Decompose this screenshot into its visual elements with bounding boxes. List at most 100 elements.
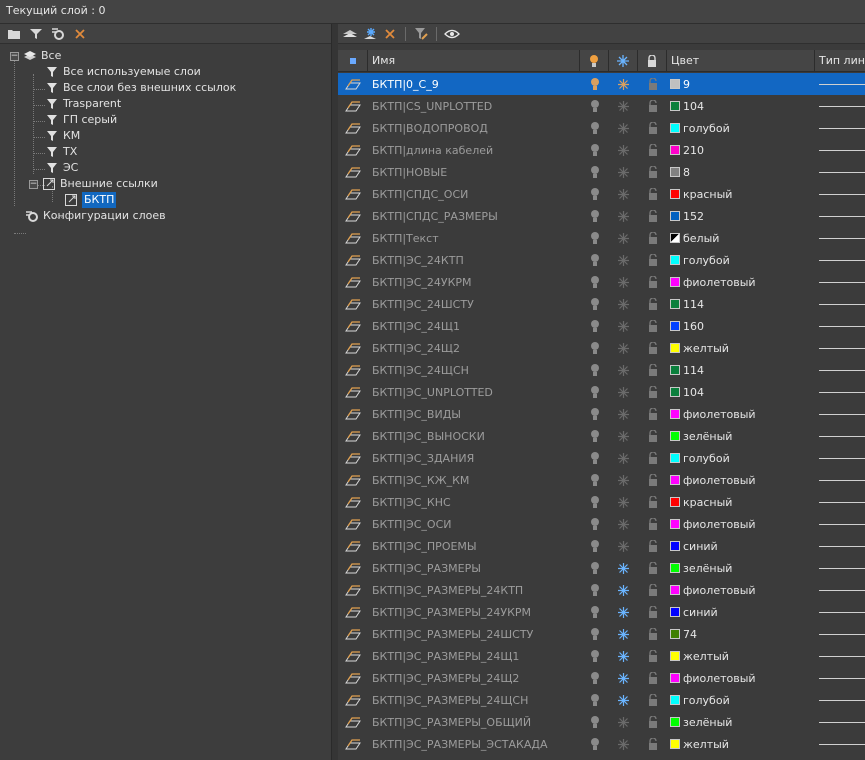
- lightbulb-icon[interactable]: [580, 671, 609, 685]
- lock-icon[interactable]: [638, 364, 667, 376]
- layer-color[interactable]: голубой: [667, 254, 815, 267]
- filter-item[interactable]: Trasparent: [0, 96, 331, 112]
- layer-color[interactable]: белый: [667, 232, 815, 245]
- layer-linetype[interactable]: [815, 523, 865, 525]
- layer-color[interactable]: фиолетовый: [667, 276, 815, 289]
- snowflake-icon[interactable]: [609, 606, 638, 618]
- layer-name[interactable]: БКТП|ЭС_UNPLOTTED: [368, 386, 580, 399]
- filter-item[interactable]: Все слои без внешних ссылок: [0, 80, 331, 96]
- layer-color[interactable]: голубой: [667, 452, 815, 465]
- layer-color[interactable]: фиолетовый: [667, 474, 815, 487]
- lock-icon[interactable]: [638, 430, 667, 442]
- filter-all[interactable]: − Все: [0, 48, 331, 64]
- layer-linetype[interactable]: [815, 677, 865, 679]
- layer-name[interactable]: БКТП|Текст: [368, 232, 580, 245]
- lightbulb-icon[interactable]: [580, 121, 609, 135]
- layer-status-icon[interactable]: [338, 187, 368, 201]
- lock-icon[interactable]: [638, 606, 667, 618]
- layer-linetype[interactable]: [815, 391, 865, 393]
- layer-linetype[interactable]: [815, 655, 865, 657]
- layer-status-icon[interactable]: [338, 693, 368, 707]
- layer-row[interactable]: БКТП|ЭС_UNPLOTTED 104: [338, 381, 865, 403]
- layer-status-icon[interactable]: [338, 561, 368, 575]
- layer-color[interactable]: фиолетовый: [667, 408, 815, 421]
- layer-row[interactable]: БКТП|ЭС_24УКРМ фиолетовый: [338, 271, 865, 293]
- layer-row[interactable]: БКТП|ЭС_24КТП голубой: [338, 249, 865, 271]
- layer-row[interactable]: БКТП|0_С_9 9: [338, 73, 865, 95]
- layer-status-icon[interactable]: [338, 517, 368, 531]
- layer-linetype[interactable]: [815, 633, 865, 635]
- snowflake-icon[interactable]: [609, 122, 638, 134]
- layer-name[interactable]: БКТП|ЭС_РАЗМЕРЫ_24Щ2: [368, 672, 580, 685]
- lightbulb-icon[interactable]: [580, 737, 609, 751]
- layer-name[interactable]: БКТП|ЭС_РАЗМЕРЫ_24УКРМ: [368, 606, 580, 619]
- lock-column-header[interactable]: [638, 50, 667, 72]
- layer-status-icon[interactable]: [338, 143, 368, 157]
- layer-linetype[interactable]: [815, 83, 865, 85]
- layer-name[interactable]: БКТП|ЭС_ВЫНОСКИ: [368, 430, 580, 443]
- layer-name[interactable]: БКТП|ЭС_ВИДЫ: [368, 408, 580, 421]
- layer-color[interactable]: 152: [667, 210, 815, 223]
- layer-name[interactable]: БКТП|ЭС_РАЗМЕРЫ_24ШСТУ: [368, 628, 580, 641]
- lightbulb-icon[interactable]: [580, 429, 609, 443]
- layer-color[interactable]: красный: [667, 188, 815, 201]
- lightbulb-icon[interactable]: [580, 297, 609, 311]
- layer-states-icon[interactable]: [50, 26, 66, 42]
- layer-status-icon[interactable]: [338, 297, 368, 311]
- lock-icon[interactable]: [638, 298, 667, 310]
- layer-name[interactable]: БКТП|ЭС_РАЗМЕРЫ: [368, 562, 580, 575]
- lock-icon[interactable]: [638, 584, 667, 596]
- layer-linetype[interactable]: [815, 743, 865, 745]
- snowflake-icon[interactable]: [609, 408, 638, 420]
- lock-icon[interactable]: [638, 188, 667, 200]
- layer-name[interactable]: БКТП|СПДС_ОСИ: [368, 188, 580, 201]
- status-column-header[interactable]: [338, 50, 368, 72]
- layer-status-icon[interactable]: [338, 231, 368, 245]
- layer-name[interactable]: БКТП|ЭС_ЗДАНИЯ: [368, 452, 580, 465]
- layer-color[interactable]: зелёный: [667, 430, 815, 443]
- layer-linetype[interactable]: [815, 699, 865, 701]
- layer-color[interactable]: 104: [667, 100, 815, 113]
- layer-linetype[interactable]: [815, 501, 865, 503]
- layer-row[interactable]: БКТП|ЭС_24ЩСН 114: [338, 359, 865, 381]
- layer-color[interactable]: зелёный: [667, 562, 815, 575]
- lightbulb-icon[interactable]: [580, 627, 609, 641]
- layer-name[interactable]: БКТП|ЭС_24УКРМ: [368, 276, 580, 289]
- lock-icon[interactable]: [638, 276, 667, 288]
- lock-icon[interactable]: [638, 518, 667, 530]
- layer-row[interactable]: БКТП|длина кабелей 210: [338, 139, 865, 161]
- layer-linetype[interactable]: [815, 435, 865, 437]
- layer-linetype[interactable]: [815, 215, 865, 217]
- layer-row[interactable]: БКТП|ЭС_РАЗМЕРЫ_ЭСТАКАДА желтый: [338, 733, 865, 755]
- layer-color[interactable]: желтый: [667, 342, 815, 355]
- layer-name[interactable]: БКТП|ЭС_РАЗМЕРЫ_24Щ1: [368, 650, 580, 663]
- layer-name[interactable]: БКТП|ЭС_РАЗМЕРЫ_24КТП: [368, 584, 580, 597]
- layer-row[interactable]: БКТП|ЭС_24Щ1 160: [338, 315, 865, 337]
- lock-icon[interactable]: [638, 122, 667, 134]
- layer-row[interactable]: БКТП|ЭС_РАЗМЕРЫ_24ШСТУ 74: [338, 623, 865, 645]
- filter-edit-icon[interactable]: [413, 26, 429, 42]
- layer-name[interactable]: БКТП|ЭС_24ЩСН: [368, 364, 580, 377]
- snowflake-icon[interactable]: [609, 320, 638, 332]
- snowflake-icon[interactable]: [609, 540, 638, 552]
- lightbulb-icon[interactable]: [580, 165, 609, 179]
- layer-color[interactable]: зелёный: [667, 716, 815, 729]
- layer-name[interactable]: БКТП|НОВЫЕ: [368, 166, 580, 179]
- layer-status-icon[interactable]: [338, 385, 368, 399]
- lightbulb-icon[interactable]: [580, 341, 609, 355]
- layer-status-icon[interactable]: [338, 627, 368, 641]
- layer-linetype[interactable]: [815, 611, 865, 613]
- layer-color[interactable]: 104: [667, 386, 815, 399]
- layer-row[interactable]: БКТП|ЭС_РАЗМЕРЫ_ОБЩИЙ зелёный: [338, 711, 865, 733]
- layer-status-icon[interactable]: [338, 539, 368, 553]
- layer-row[interactable]: БКТП|ЭС_РАЗМЕРЫ_24ЩСН голубой: [338, 689, 865, 711]
- layer-row[interactable]: БКТП|НОВЫЕ 8: [338, 161, 865, 183]
- layer-linetype[interactable]: [815, 149, 865, 151]
- snowflake-icon[interactable]: [609, 518, 638, 530]
- lock-icon[interactable]: [638, 232, 667, 244]
- layer-color[interactable]: желтый: [667, 738, 815, 751]
- layer-status-icon[interactable]: [338, 341, 368, 355]
- layer-name[interactable]: БКТП|СПДС_РАЗМЕРЫ: [368, 210, 580, 223]
- layer-row[interactable]: БКТП|СПДС_ОСИ красный: [338, 183, 865, 205]
- layer-linetype[interactable]: [815, 281, 865, 283]
